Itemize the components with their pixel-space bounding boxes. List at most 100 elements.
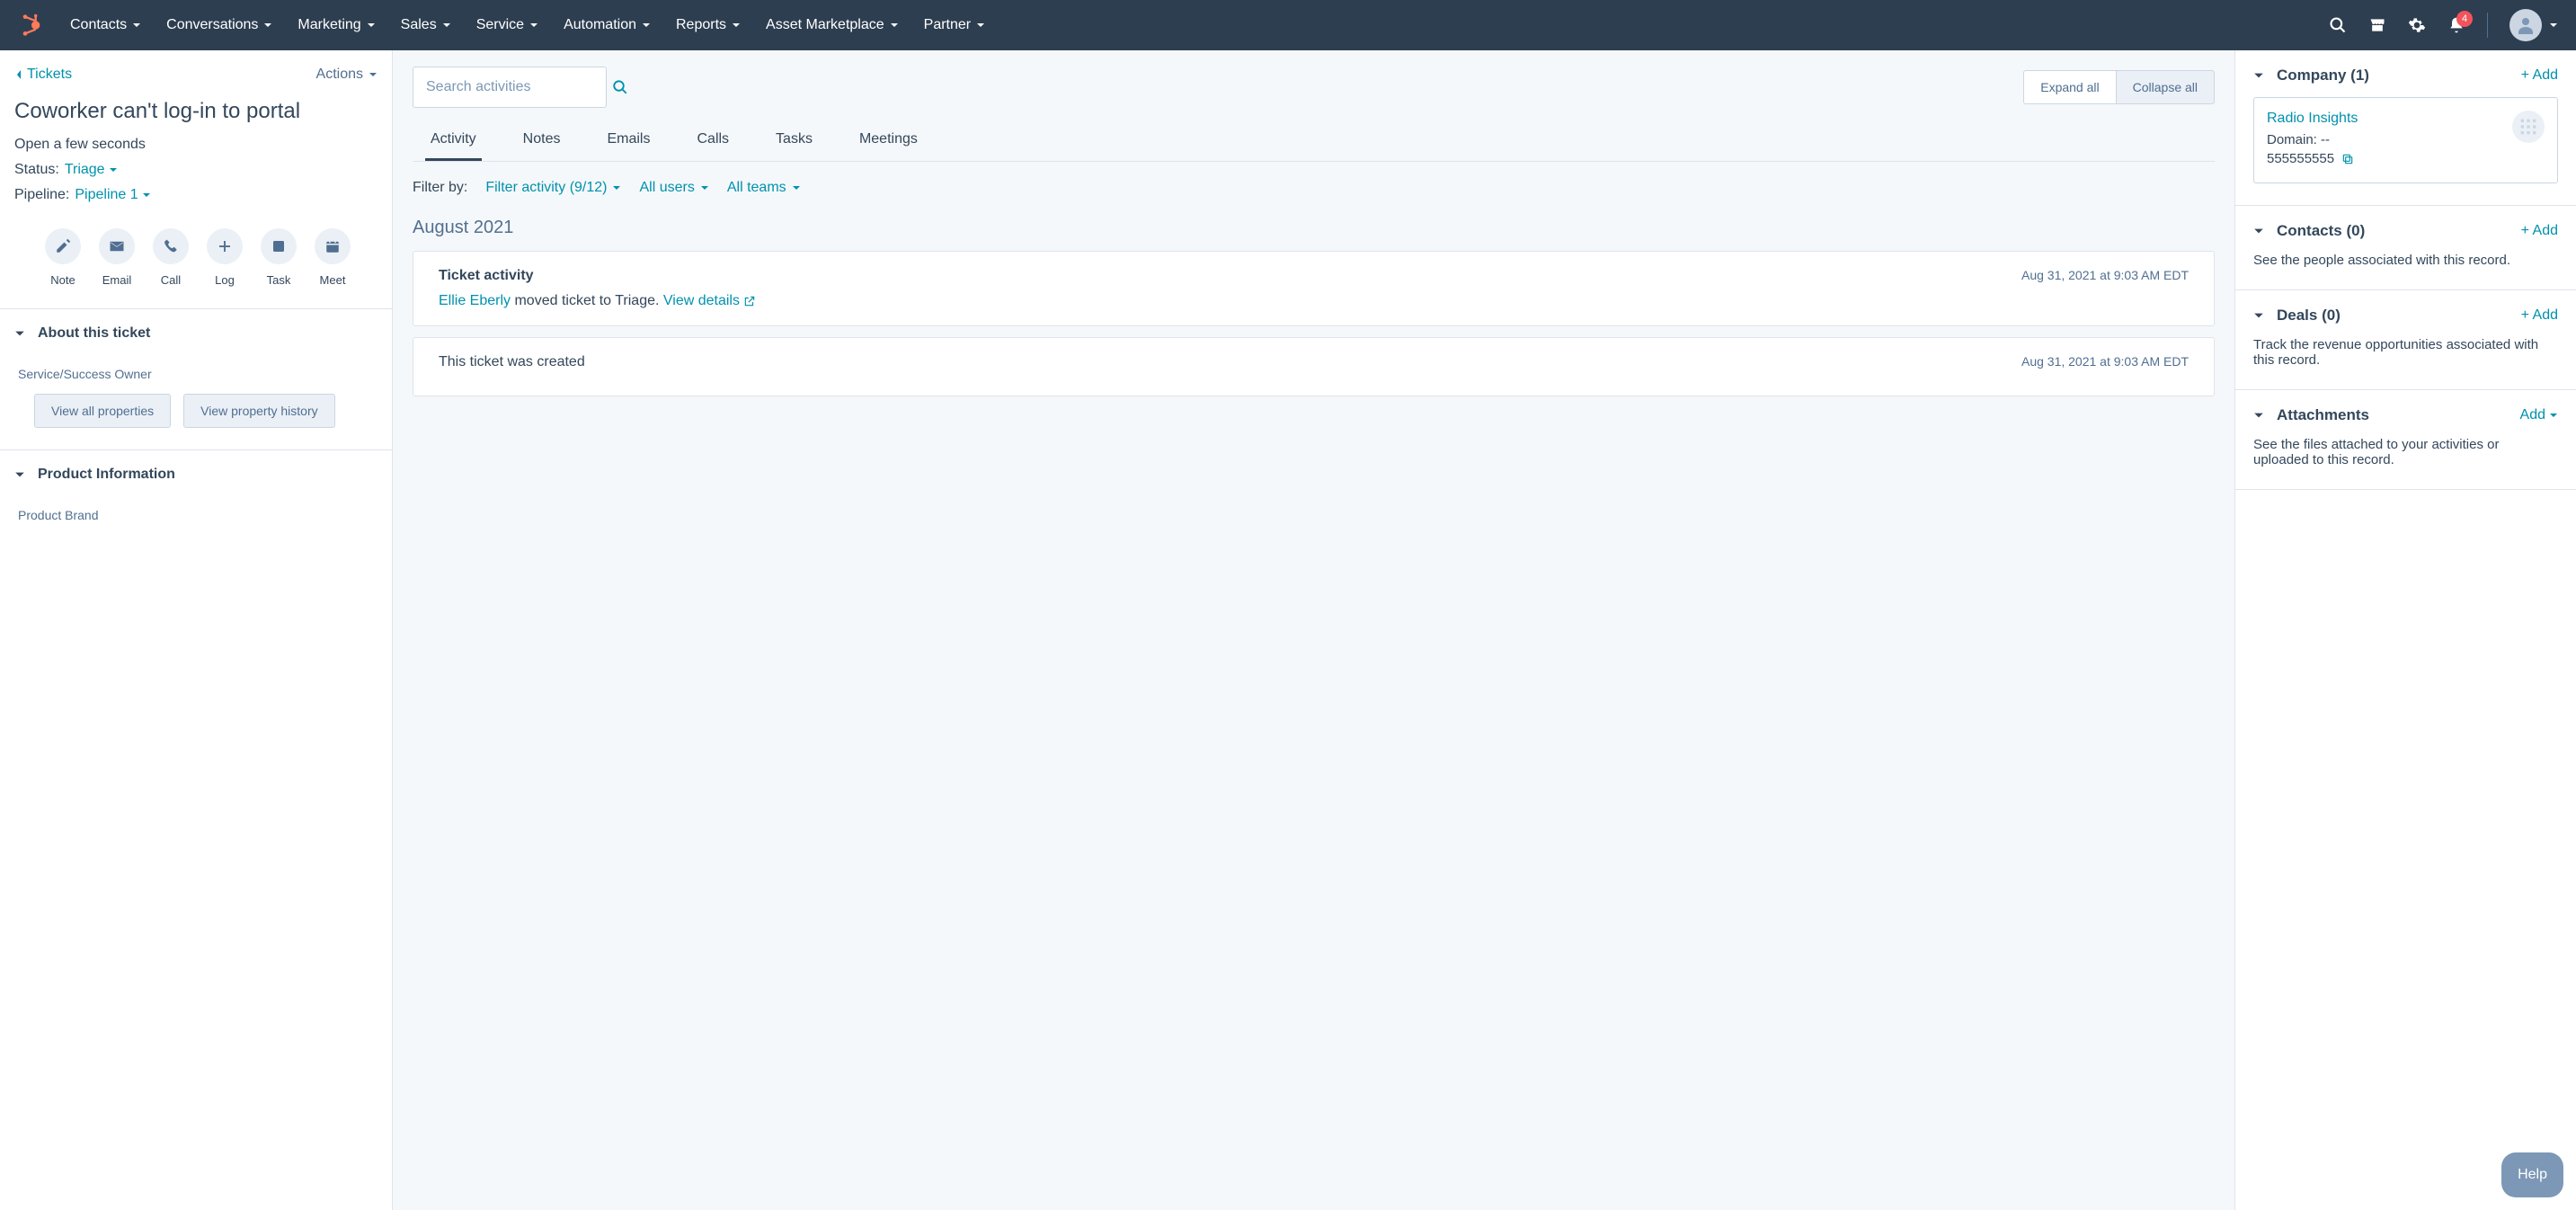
nav-label: Sales (401, 17, 437, 33)
call-action[interactable]: Call (153, 228, 189, 287)
tab-tasks[interactable]: Tasks (770, 120, 818, 161)
email-action[interactable]: Email (99, 228, 135, 287)
add-attachment-dropdown[interactable]: Add (2520, 407, 2558, 423)
add-contact-button[interactable]: + Add (2521, 223, 2558, 239)
nav-reports[interactable]: Reports (676, 17, 741, 33)
deals-section-title: Deals (0) (2277, 307, 2341, 325)
tab-calls[interactable]: Calls (691, 120, 734, 161)
activity-card-date: Aug 31, 2021 at 9:03 AM EDT (2021, 354, 2189, 370)
marketplace-icon[interactable] (2368, 16, 2386, 34)
pipeline-dropdown[interactable]: Pipeline 1 (75, 187, 150, 203)
chevron-down-icon (142, 191, 151, 200)
activity-card-title: Ticket activity (439, 268, 534, 284)
tab-activity[interactable]: Activity (425, 120, 482, 161)
nav-label: Asset Marketplace (766, 17, 884, 33)
activity-card-body: Ellie Eberly moved ticket to Triage. Vie… (439, 293, 2189, 309)
add-label: Add (2520, 407, 2545, 423)
tab-emails[interactable]: Emails (601, 120, 655, 161)
status-label: Status: (14, 162, 59, 178)
filter-teams-dropdown[interactable]: All teams (727, 180, 801, 196)
chevron-down-icon[interactable] (2253, 410, 2264, 421)
filter-users-label: All users (639, 180, 694, 196)
nav-partner[interactable]: Partner (924, 17, 985, 33)
nav-asset-marketplace[interactable]: Asset Marketplace (766, 17, 899, 33)
tab-meetings[interactable]: Meetings (854, 120, 923, 161)
deals-description: Track the revenue opportunities associat… (2253, 337, 2558, 368)
notifications-icon[interactable]: 4 (2447, 16, 2465, 34)
back-label: Tickets (27, 67, 72, 83)
collapse-all-button[interactable]: Collapse all (2117, 70, 2215, 104)
activity-card: Ticket activity Aug 31, 2021 at 9:03 AM … (413, 251, 2215, 326)
tab-notes[interactable]: Notes (518, 120, 566, 161)
chevron-down-icon (642, 21, 651, 30)
account-menu[interactable] (2509, 9, 2558, 41)
nav-service[interactable]: Service (476, 17, 538, 33)
expand-collapse-group: Expand all Collapse all (2023, 70, 2215, 104)
view-all-properties-button[interactable]: View all properties (34, 394, 171, 428)
view-property-history-button[interactable]: View property history (183, 394, 334, 428)
activity-card: This ticket was created Aug 31, 2021 at … (413, 337, 2215, 396)
chevron-down-icon[interactable] (2253, 70, 2264, 81)
search-activities-box[interactable] (413, 67, 607, 108)
chevron-down-icon (732, 21, 741, 30)
add-company-button[interactable]: + Add (2521, 67, 2558, 84)
activity-actor-link[interactable]: Ellie Eberly (439, 293, 511, 308)
back-to-tickets[interactable]: Tickets (14, 67, 72, 83)
company-logo-placeholder (2512, 111, 2545, 143)
filter-users-dropdown[interactable]: All users (639, 180, 708, 196)
nav-marketing[interactable]: Marketing (298, 17, 375, 33)
action-label: Call (161, 273, 181, 287)
help-button[interactable]: Help (2501, 1152, 2563, 1197)
status-dropdown[interactable]: Triage (65, 162, 118, 178)
status-value: Triage (65, 162, 105, 178)
nav-sales[interactable]: Sales (401, 17, 451, 33)
meet-action[interactable]: Meet (315, 228, 351, 287)
product-brand-label: Product Brand (0, 508, 392, 522)
chevron-down-icon (14, 328, 25, 339)
chevron-down-icon[interactable] (2253, 226, 2264, 236)
actions-label: Actions (316, 67, 363, 83)
calendar-icon (324, 238, 341, 254)
nav-label: Conversations (166, 17, 258, 33)
nav-contacts[interactable]: Contacts (70, 17, 141, 33)
company-section: Company (1) + Add Radio Insights Domain:… (2235, 50, 2576, 206)
email-icon (109, 238, 125, 254)
nav-automation[interactable]: Automation (564, 17, 651, 33)
search-icon[interactable] (2329, 16, 2347, 34)
nav-label: Contacts (70, 17, 127, 33)
log-action[interactable]: Log (207, 228, 243, 287)
view-details-link[interactable]: View details (663, 293, 756, 308)
notification-badge: 4 (2456, 11, 2473, 27)
company-section-title: Company (1) (2277, 67, 2369, 85)
owner-field-label: Service/Success Owner (0, 367, 392, 381)
actions-dropdown[interactable]: Actions (316, 67, 378, 83)
contacts-description: See the people associated with this reco… (2253, 253, 2558, 268)
about-section-toggle[interactable]: About this ticket (0, 309, 392, 358)
settings-icon[interactable] (2408, 16, 2426, 34)
filter-activity-dropdown[interactable]: Filter activity (9/12) (485, 180, 621, 196)
company-name-link[interactable]: Radio Insights (2267, 111, 2358, 127)
top-navigation: Contacts Conversations Marketing Sales S… (0, 0, 2576, 50)
expand-all-button[interactable]: Expand all (2023, 70, 2116, 104)
nav-conversations[interactable]: Conversations (166, 17, 272, 33)
note-action[interactable]: Note (45, 228, 81, 287)
note-icon (55, 238, 71, 254)
chevron-down-icon (442, 21, 451, 30)
company-phone: 555555555 (2267, 151, 2334, 166)
filter-teams-label: All teams (727, 180, 786, 196)
copy-icon[interactable] (2341, 153, 2354, 165)
hubspot-logo[interactable] (18, 12, 45, 39)
task-action[interactable]: Task (261, 228, 297, 287)
pipeline-value: Pipeline 1 (75, 187, 138, 203)
activity-tabs: Activity Notes Emails Calls Tasks Meetin… (413, 120, 2215, 162)
nav-label: Service (476, 17, 524, 33)
product-info-section-toggle[interactable]: Product Information (0, 450, 392, 499)
activity-action-text: moved ticket to Triage. (511, 293, 663, 308)
contacts-section-title: Contacts (0) (2277, 222, 2365, 240)
phone-icon (163, 238, 179, 254)
add-deal-button[interactable]: + Add (2521, 307, 2558, 324)
chevron-down-icon[interactable] (2253, 310, 2264, 321)
search-input[interactable] (426, 79, 612, 95)
nav-right: 4 (2329, 9, 2558, 41)
action-label: Log (215, 273, 235, 287)
